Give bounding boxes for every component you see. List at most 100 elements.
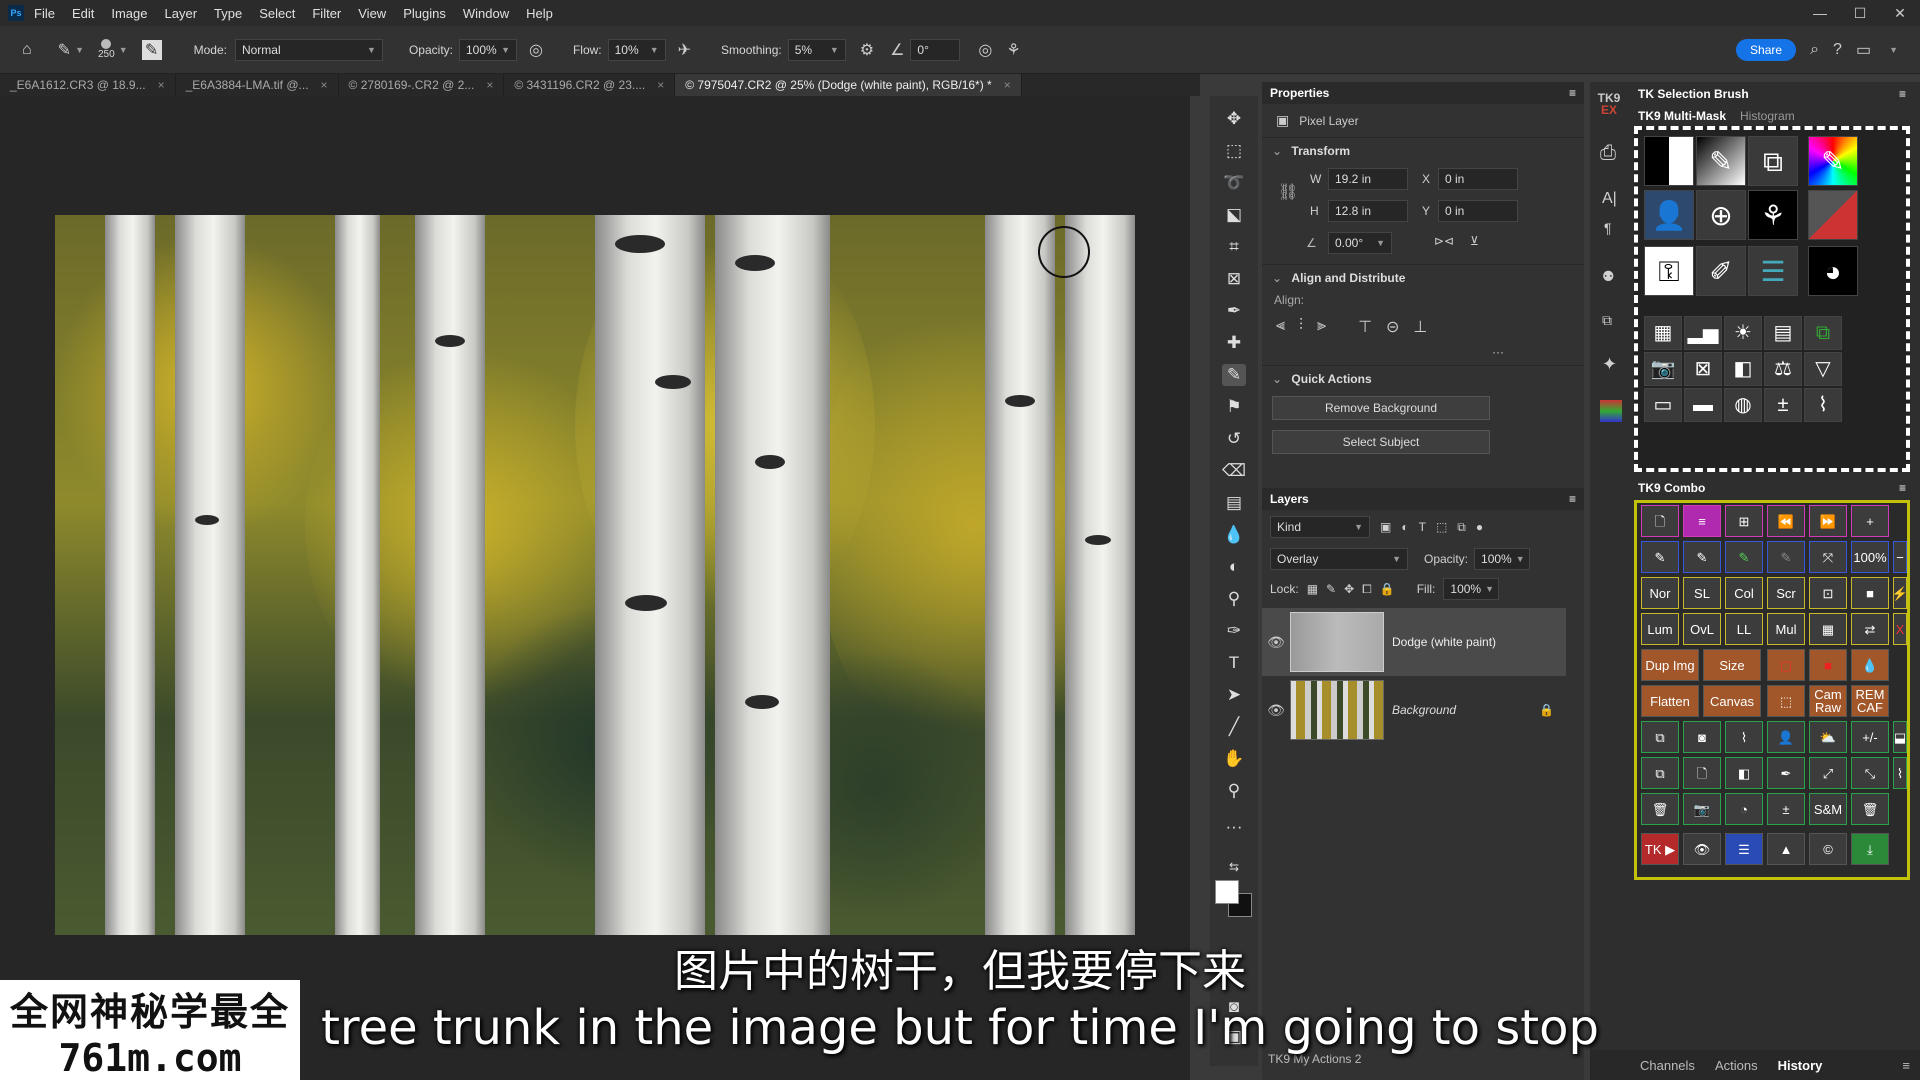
object-select-tool-icon[interactable]: ⬕ xyxy=(1222,204,1246,226)
blur-tool-icon[interactable]: 💧 xyxy=(1222,524,1246,546)
zoom-search-tool-icon[interactable]: ⚲ xyxy=(1222,588,1246,610)
angle-field[interactable]: 0° xyxy=(910,38,961,61)
filter-pixel-icon[interactable]: ▣ xyxy=(1380,520,1391,534)
move-tool-icon[interactable]: ✥ xyxy=(1222,108,1246,130)
brush-preset-picker[interactable]: 250 xyxy=(98,39,115,60)
weather-icon[interactable]: ⛅ xyxy=(1809,721,1847,753)
line-tool-icon[interactable]: ╱ xyxy=(1222,716,1246,738)
camera-dark-icon[interactable]: 📷 xyxy=(1683,793,1721,825)
layer-name[interactable]: Dodge (white paint) xyxy=(1392,635,1496,649)
menu-filter[interactable]: Filter xyxy=(312,6,341,21)
calculator-icon[interactable]: ▦ xyxy=(1809,613,1847,645)
layer-name[interactable]: Background xyxy=(1392,703,1456,717)
lasso-tool-icon[interactable]: ➰ xyxy=(1222,172,1246,194)
mode-select[interactable]: Normal ▼ xyxy=(234,38,383,61)
histogram-icon[interactable]: ▂▅ xyxy=(1684,316,1722,350)
close-icon[interactable]: ✕ xyxy=(1880,5,1920,22)
close-icon[interactable]: × xyxy=(486,78,493,92)
forward-icon[interactable]: ⏩ xyxy=(1809,505,1847,537)
layer-row[interactable]: 👁 Dodge (white paint) xyxy=(1262,608,1566,676)
home-icon[interactable]: ⌂ xyxy=(22,41,32,59)
mask-circles-icon[interactable]: ◕ xyxy=(1808,246,1858,296)
chevron-down-icon[interactable]: ⌄ xyxy=(1272,271,1282,285)
panel-menu-icon[interactable]: ≡ xyxy=(1899,481,1906,495)
print-icon[interactable]: ⎙ xyxy=(1600,142,1616,165)
eraser-tool-icon[interactable]: ⌫ xyxy=(1222,460,1246,482)
select-subject-button[interactable]: Select Subject xyxy=(1272,430,1490,454)
red-square-icon[interactable]: ■ xyxy=(1809,649,1847,681)
gradient-tool-icon[interactable]: ▤ xyxy=(1222,492,1246,514)
zoom-100-button[interactable]: 100% xyxy=(1851,541,1889,573)
crop-tool-icon[interactable]: ⌗ xyxy=(1222,236,1246,258)
pen-icon[interactable]: ✒ xyxy=(1767,757,1805,789)
balance-icon[interactable]: ⚖ xyxy=(1764,352,1802,386)
mask-split-icon[interactable] xyxy=(1644,136,1694,186)
menu-type[interactable]: Type xyxy=(214,6,242,21)
bucket-icon[interactable]: ⬓ xyxy=(1893,721,1907,753)
minus-icon[interactable]: − xyxy=(1893,541,1907,573)
fit-icon[interactable]: ⤧ xyxy=(1809,541,1847,573)
curve-doc-icon[interactable]: ⌇ xyxy=(1893,757,1907,789)
canvas-button[interactable]: Canvas xyxy=(1703,685,1761,717)
blend-ovl-button[interactable]: OvL xyxy=(1683,613,1721,645)
pie-icon[interactable]: ◔ xyxy=(1725,793,1763,825)
mask-list-icon[interactable]: ☰ xyxy=(1748,246,1798,296)
panel-menu-icon[interactable]: ≡ xyxy=(1899,87,1906,101)
dup-img-button[interactable]: Dup Img xyxy=(1641,649,1699,681)
y-field[interactable]: 0 in xyxy=(1438,200,1518,222)
doc-tab[interactable]: _E6A3884-LMA.tif @... × xyxy=(176,74,339,96)
panel-menu-icon[interactable]: ≡ xyxy=(1902,1058,1910,1073)
sun-icon[interactable]: ☀ xyxy=(1724,316,1762,350)
share-button[interactable]: Share xyxy=(1736,38,1797,61)
warning-icon[interactable]: ▲ xyxy=(1767,833,1805,865)
height-field[interactable]: 12.8 in xyxy=(1328,200,1408,222)
mask-copy-icon[interactable]: ⧉ xyxy=(1748,136,1798,186)
foreground-color-swatch[interactable] xyxy=(1215,880,1239,904)
lock-position-icon[interactable]: ✥ xyxy=(1344,582,1354,596)
clipboard-icon[interactable]: ⧉ xyxy=(1602,312,1612,329)
symmetry-icon[interactable]: ⚘ xyxy=(1006,40,1020,60)
brush-tool-icon[interactable]: ✎ xyxy=(58,40,71,60)
curves-icon[interactable]: ⌇ xyxy=(1725,721,1763,753)
layer-row[interactable]: 👁 Background 🔒 xyxy=(1262,676,1566,744)
menu-layer[interactable]: Layer xyxy=(165,6,198,21)
black-mask-icon[interactable]: ■ xyxy=(1851,577,1889,609)
mask-target-icon[interactable]: ⊕ xyxy=(1696,190,1746,240)
portrait-icon[interactable]: 👤 xyxy=(1767,721,1805,753)
brush-settings-icon[interactable]: ✎ xyxy=(141,39,162,60)
blend-scr-button[interactable]: Scr xyxy=(1767,577,1805,609)
download-icon[interactable]: ⤓ xyxy=(1851,833,1889,865)
menu-select[interactable]: Select xyxy=(259,6,295,21)
fill-field[interactable]: 100% ▼ xyxy=(1443,578,1500,600)
align-left-icon[interactable]: ⫷ xyxy=(1276,317,1285,337)
stripe-icon[interactable]: ≡ xyxy=(1683,505,1721,537)
tk-play-button[interactable]: TK ▶ xyxy=(1641,833,1679,865)
filter-smart-object-icon[interactable]: ⧉ xyxy=(1457,520,1466,535)
character-icon[interactable]: A| xyxy=(1602,190,1617,208)
pressure-size-icon[interactable]: ◎ xyxy=(978,40,992,60)
clone-stamp-tool-icon[interactable]: ⚑ xyxy=(1222,396,1246,418)
overlap-icon[interactable]: ⧉ xyxy=(1804,316,1842,350)
blend-col-button[interactable]: Col xyxy=(1725,577,1763,609)
workspace-icon[interactable]: ▭ xyxy=(1856,40,1871,60)
sm-button[interactable]: S&M xyxy=(1809,793,1847,825)
align-top-icon[interactable]: ⊤ xyxy=(1358,317,1372,337)
marquee-icon[interactable]: ⬚ xyxy=(1767,685,1805,717)
actions-icon[interactable]: ⚉ xyxy=(1602,268,1615,285)
flip-vertical-icon[interactable]: ⊻ xyxy=(1470,234,1479,248)
circles-icon[interactable]: ◍ xyxy=(1724,388,1762,422)
color-cmd-icon[interactable]: ⊞ xyxy=(1725,505,1763,537)
hand-tool-icon[interactable]: ✋ xyxy=(1222,748,1246,770)
pen-tool-icon[interactable]: ✑ xyxy=(1222,620,1246,642)
red-square-outline-icon[interactable]: ▢ xyxy=(1767,649,1805,681)
add-icon[interactable]: + xyxy=(1851,505,1889,537)
curve-icon[interactable]: ⌇ xyxy=(1804,388,1842,422)
brush-white-icon[interactable]: ✎ xyxy=(1683,541,1721,573)
layer-kind-filter[interactable]: Kind ▼ xyxy=(1270,516,1370,538)
split-icon[interactable]: ◧ xyxy=(1725,757,1763,789)
blend-nor-button[interactable]: Nor xyxy=(1641,577,1679,609)
panel-menu-icon[interactable]: ≡ xyxy=(1569,492,1576,506)
filter-adjustment-icon[interactable]: ◐ xyxy=(1401,520,1408,534)
brush-tool-icon[interactable]: ✎ xyxy=(1222,364,1246,386)
gradient-icon[interactable]: ▭ xyxy=(1644,388,1682,422)
